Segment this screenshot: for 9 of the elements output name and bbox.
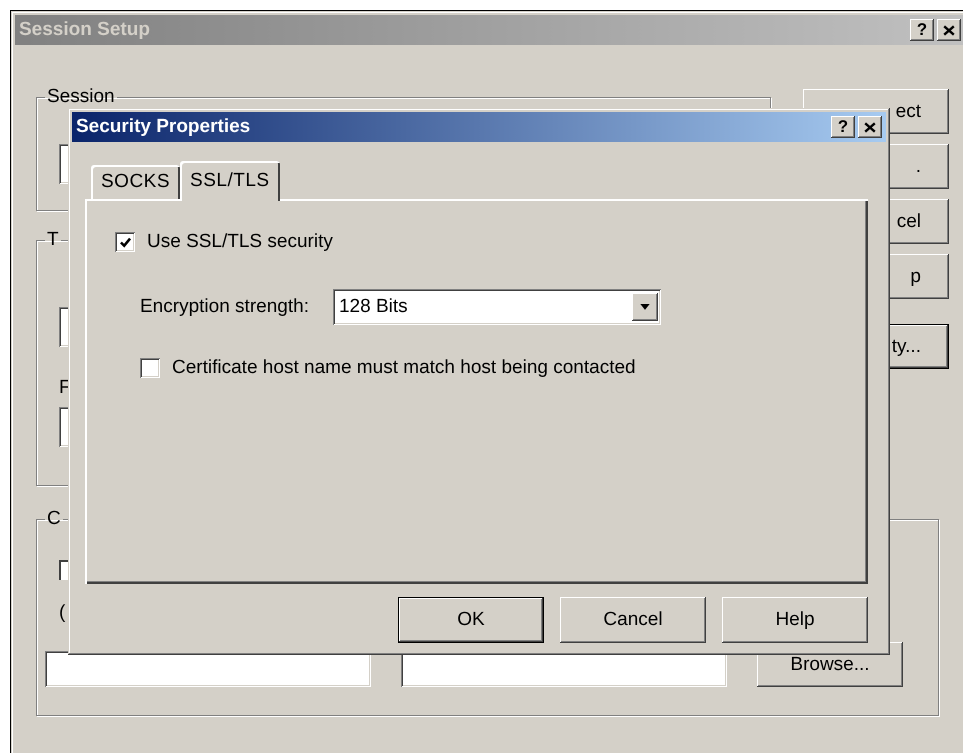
dialog-title: Security Properties	[76, 116, 250, 138]
group-label: C	[46, 508, 62, 530]
group-label: T	[46, 229, 60, 251]
checkbox-label: Use SSL/TLS security	[147, 231, 333, 253]
encryption-label: Encryption strength:	[140, 296, 309, 318]
checkbox-label: Certificate host name must match host being contacted	[172, 357, 636, 379]
window-title: Session Setup	[19, 19, 150, 41]
field-label: (	[59, 602, 66, 624]
group-label: Session	[46, 86, 116, 108]
